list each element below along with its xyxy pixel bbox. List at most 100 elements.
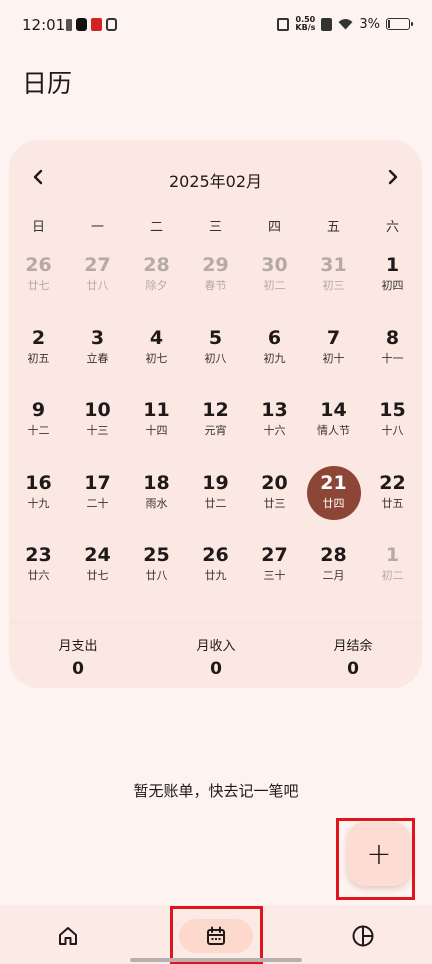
day-cell[interactable]: 7 初十 xyxy=(304,321,363,387)
day-cell[interactable]: 31 初三 xyxy=(304,248,363,314)
monthly-balance: 月结余 0 xyxy=(284,635,422,679)
income-label: 月收入 xyxy=(196,639,236,654)
day-cell[interactable]: 30 初二 xyxy=(245,248,304,314)
day-cell[interactable]: 1 初二 xyxy=(363,538,422,604)
day-number: 3 xyxy=(90,326,105,349)
lunar-date: 初二 xyxy=(381,569,404,582)
day-cell[interactable]: 27 廿八 xyxy=(68,248,127,314)
lunar-date: 除夕 xyxy=(145,279,168,292)
day-cell[interactable]: 2 初五 xyxy=(9,321,68,387)
nav-statistics[interactable] xyxy=(323,917,403,955)
expense-value: 0 xyxy=(72,659,84,679)
next-month-button[interactable] xyxy=(382,166,404,188)
day-number: 14 xyxy=(320,399,347,421)
lunar-date: 初七 xyxy=(145,351,168,365)
day-cell[interactable]: 17 二十 xyxy=(68,466,127,532)
lunar-date: 雨水 xyxy=(145,496,168,510)
day-cell[interactable]: 28 二月 xyxy=(304,538,363,604)
day-number: 31 xyxy=(320,254,347,276)
add-bill-button[interactable]: + xyxy=(347,822,411,886)
status-notification-icons xyxy=(66,18,117,31)
bottom-nav xyxy=(0,905,432,964)
day-cell[interactable]: 26 廿七 xyxy=(9,248,68,314)
day-number: 11 xyxy=(143,399,170,421)
day-number: 1 xyxy=(385,544,400,566)
message-icon xyxy=(106,18,117,31)
day-number: 27 xyxy=(84,254,111,276)
day-cell[interactable]: 8 十一 xyxy=(363,321,422,387)
calendar-header: 2025年02月 xyxy=(9,140,422,216)
day-cell[interactable]: 4 初七 xyxy=(127,321,186,387)
day-number: 17 xyxy=(84,471,111,494)
lunar-date: 十三 xyxy=(86,424,109,437)
day-number: 19 xyxy=(202,471,229,494)
weekday-label: 三 xyxy=(208,220,222,235)
day-cell[interactable]: 22 廿五 xyxy=(363,466,422,532)
weekday-label: 一 xyxy=(90,220,104,235)
lunar-date: 初二 xyxy=(263,279,286,292)
day-cell[interactable]: 26 廿九 xyxy=(186,538,245,604)
nav-calendar[interactable] xyxy=(176,917,256,955)
day-number: 18 xyxy=(143,471,170,494)
day-number: 29 xyxy=(202,254,229,276)
day-cell[interactable]: 20 廿三 xyxy=(245,466,304,532)
status-bar: 12:01 0.50 KB/s 3% xyxy=(0,0,432,52)
day-cell[interactable]: 27 三十 xyxy=(245,538,304,604)
lunar-date: 廿七 xyxy=(27,279,50,292)
day-cell[interactable]: 12 元宵 xyxy=(186,393,245,459)
expense-label: 月支出 xyxy=(58,639,98,654)
day-cell[interactable]: 1 初四 xyxy=(363,248,422,314)
day-cell[interactable]: 5 初八 xyxy=(186,321,245,387)
month-title[interactable]: 2025年02月 xyxy=(9,168,422,192)
day-cell[interactable]: 19 廿二 xyxy=(186,466,245,532)
lunar-date: 初八 xyxy=(204,351,227,365)
day-cell-selected[interactable]: 21 廿四 xyxy=(304,465,363,532)
day-cell[interactable]: 16 十九 xyxy=(9,466,68,532)
lunar-date: 初五 xyxy=(27,351,50,365)
day-cell[interactable]: 10 十三 xyxy=(68,393,127,459)
day-number: 12 xyxy=(202,399,229,421)
wifi-icon xyxy=(338,18,353,30)
day-cell[interactable]: 3 立春 xyxy=(68,321,127,387)
net-speed: 0.50 KB/s xyxy=(295,16,315,32)
day-number: 5 xyxy=(208,326,223,349)
day-cell[interactable]: 15 十八 xyxy=(363,393,422,459)
day-cell[interactable]: 28 除夕 xyxy=(127,248,186,314)
day-number: 9 xyxy=(31,399,46,421)
lunar-date: 初四 xyxy=(381,279,404,292)
day-cell[interactable]: 11 十四 xyxy=(127,393,186,459)
lunar-date: 十二 xyxy=(27,424,50,437)
day-number: 2 xyxy=(31,326,46,349)
battery-icon xyxy=(386,18,413,30)
day-cell[interactable]: 24 廿七 xyxy=(68,538,127,604)
day-number: 23 xyxy=(25,544,52,566)
day-cell[interactable]: 18 雨水 xyxy=(127,466,186,532)
lunar-date: 廿九 xyxy=(204,569,227,582)
day-number: 20 xyxy=(261,471,288,494)
vibrate-icon xyxy=(277,17,290,31)
day-number: 27 xyxy=(261,544,288,566)
day-cell[interactable]: 25 廿八 xyxy=(127,538,186,604)
day-cell[interactable]: 13 十六 xyxy=(245,393,304,459)
day-cell[interactable]: 29 春节 xyxy=(186,248,245,314)
day-cell[interactable]: 14 情人节 xyxy=(304,393,363,459)
day-number: 16 xyxy=(25,471,52,494)
lunar-date: 三十 xyxy=(263,569,286,582)
day-number: 22 xyxy=(379,471,406,494)
lunar-date: 十九 xyxy=(27,496,50,510)
day-number: 8 xyxy=(385,326,400,349)
day-cell[interactable]: 9 十二 xyxy=(9,393,68,459)
day-number: 21 xyxy=(320,471,347,494)
home-icon xyxy=(59,927,77,945)
nav-home[interactable] xyxy=(28,917,108,955)
day-number: 6 xyxy=(267,326,282,349)
weekday-row: 日一二三四五六 xyxy=(9,216,422,238)
weekday-label: 五 xyxy=(326,220,340,235)
empty-bills-message: 暂无账单，快去记一笔吧 xyxy=(133,782,299,800)
monthly-expense: 月支出 0 xyxy=(9,635,147,679)
day-number: 30 xyxy=(261,254,288,276)
day-cell[interactable]: 23 廿六 xyxy=(9,538,68,604)
day-number: 28 xyxy=(320,544,347,566)
day-cell[interactable]: 6 初九 xyxy=(245,321,304,387)
balance-value: 0 xyxy=(347,659,359,679)
